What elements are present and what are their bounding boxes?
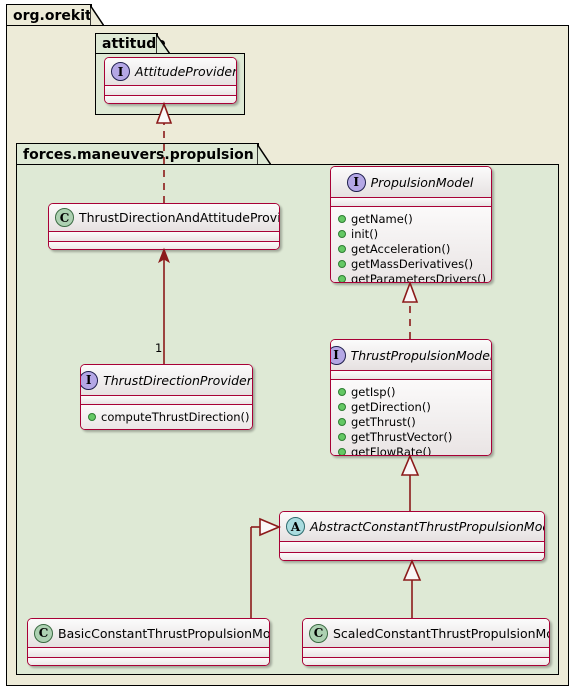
method-label: getFlowRate() <box>351 444 432 456</box>
attributes-compartment <box>81 396 252 404</box>
interface-icon: I <box>346 172 366 192</box>
class-name: ThrustDirectionProvider <box>103 372 252 388</box>
class-name: AttitudeProvider <box>135 64 237 79</box>
class-icon: C <box>309 623 328 643</box>
package-tab-cut-icon <box>156 34 170 54</box>
methods-compartment <box>28 658 269 665</box>
interface-icon: I <box>331 345 346 365</box>
multiplicity-label: 1 <box>155 341 163 355</box>
package-org-orekit-tab[interactable]: org.orekit <box>6 4 104 26</box>
class-node-scaled-constant-thrust-propulsion-model[interactable]: C ScaledConstantThrustPropulsionModel <box>302 618 550 666</box>
public-visibility-icon <box>338 417 346 426</box>
method-label: getName() <box>351 211 413 226</box>
attributes-compartment <box>49 232 279 241</box>
methods-compartment <box>280 553 544 560</box>
interface-icon: I <box>111 62 130 81</box>
abstract-class-icon: A <box>286 517 305 536</box>
class-name: ThrustPropulsionModel <box>350 347 492 363</box>
public-visibility-icon <box>338 402 346 411</box>
class-node-header: I PropulsionModel <box>331 167 491 197</box>
public-visibility-icon <box>338 214 346 223</box>
class-name: ThrustDirectionAndAttitudeProvider <box>79 210 280 225</box>
method-item: getFlowRate() <box>338 444 485 456</box>
class-icon: C <box>34 623 53 643</box>
interface-icon: I <box>81 370 99 390</box>
class-name: AbstractConstantThrustPropulsionModel <box>310 519 545 534</box>
package-forces-maneuvers-propulsion-label: forces.maneuvers.propulsion <box>23 146 254 163</box>
class-node-header: I ThrustDirectionProvider <box>81 365 252 395</box>
method-label: computeThrustDirection() <box>101 409 250 424</box>
method-label: getMassDerivatives() <box>351 256 474 271</box>
public-visibility-icon <box>338 387 346 396</box>
class-node-header: C ThrustDirectionAndAttitudeProvider <box>49 204 279 231</box>
class-node-thrust-direction-provider[interactable]: I ThrustDirectionProvider computeThrustD… <box>80 364 253 430</box>
attributes-compartment <box>280 542 544 552</box>
class-node-header: C BasicConstantThrustPropulsionModel <box>28 619 269 647</box>
method-label: init() <box>351 226 379 241</box>
method-label: getThrustVector() <box>351 429 453 444</box>
methods-compartment <box>105 96 236 103</box>
class-name: BasicConstantThrustPropulsionModel <box>58 625 270 641</box>
method-label: getThrust() <box>351 414 416 429</box>
methods-compartment <box>49 242 279 249</box>
class-node-header: I AttitudeProvider <box>105 58 236 85</box>
method-item: computeThrustDirection() <box>88 409 250 424</box>
class-node-basic-constant-thrust-propulsion-model[interactable]: C BasicConstantThrustPropulsionModel <box>27 618 270 666</box>
package-forces-maneuvers-propulsion-tab[interactable]: forces.maneuvers.propulsion <box>16 143 271 165</box>
methods-compartment: computeThrustDirection() <box>81 405 252 429</box>
attributes-compartment <box>105 86 236 95</box>
class-node-header: A AbstractConstantThrustPropulsionModel <box>280 512 544 541</box>
attributes-compartment <box>303 648 549 657</box>
method-label: getAcceleration() <box>351 241 451 256</box>
public-visibility-icon <box>338 274 346 282</box>
public-visibility-icon <box>338 447 346 455</box>
methods-compartment <box>303 658 549 665</box>
method-item: getThrustVector() <box>338 429 485 444</box>
class-node-propulsion-model[interactable]: I PropulsionModel getName() init() getAc… <box>330 166 492 283</box>
method-item: getIsp() <box>338 384 485 399</box>
package-attitude-tab[interactable]: attitude <box>95 33 170 54</box>
attributes-compartment <box>331 198 491 206</box>
package-tab-cut-icon <box>90 5 104 26</box>
public-visibility-icon <box>338 259 346 268</box>
diagram-canvas: org.orekit attitude I AttitudeProvider f… <box>0 0 575 690</box>
public-visibility-icon <box>338 432 346 441</box>
method-item: init() <box>338 226 485 241</box>
attributes-compartment <box>331 371 491 379</box>
method-item: getThrust() <box>338 414 485 429</box>
methods-compartment: getIsp() getDirection() getThrust() getT… <box>331 380 491 456</box>
class-node-header: I ThrustPropulsionModel <box>331 340 491 370</box>
method-item: getAcceleration() <box>338 241 485 256</box>
method-label: getDirection() <box>351 399 431 414</box>
public-visibility-icon <box>338 244 346 253</box>
method-item: getParametersDrivers() <box>338 271 487 283</box>
method-item: getName() <box>338 211 485 226</box>
public-visibility-icon <box>338 229 346 238</box>
public-visibility-icon <box>88 412 96 421</box>
package-tab-cut-icon <box>257 144 271 165</box>
class-icon: C <box>55 208 74 227</box>
class-node-abstract-constant-thrust-propulsion-model[interactable]: A AbstractConstantThrustPropulsionModel <box>279 511 545 561</box>
method-label: getIsp() <box>351 384 396 399</box>
package-org-orekit-label: org.orekit <box>13 7 92 24</box>
method-label: getParametersDrivers() <box>351 271 487 283</box>
class-node-attitude-provider[interactable]: I AttitudeProvider <box>104 57 237 104</box>
attributes-compartment <box>28 648 269 657</box>
method-item: getDirection() <box>338 399 485 414</box>
methods-compartment: getName() init() getAcceleration() getMa… <box>331 207 491 283</box>
class-name: ScaledConstantThrustPropulsionModel <box>333 625 550 641</box>
class-node-thrust-direction-and-attitude-provider[interactable]: C ThrustDirectionAndAttitudeProvider <box>48 203 280 250</box>
method-item: getMassDerivatives() <box>338 256 485 271</box>
class-node-header: C ScaledConstantThrustPropulsionModel <box>303 619 549 647</box>
class-name: PropulsionModel <box>370 174 474 190</box>
class-node-thrust-propulsion-model[interactable]: I ThrustPropulsionModel getIsp() getDire… <box>330 339 492 456</box>
